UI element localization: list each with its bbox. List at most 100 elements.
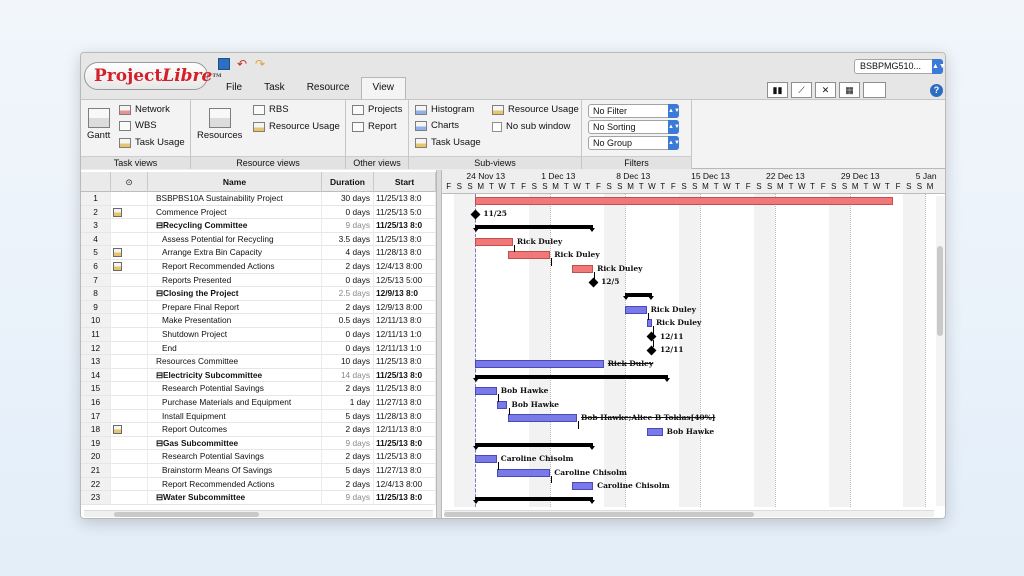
table-row[interactable]: 23 ⊟Water Subcommittee 9 days 11/25/13 8:0 — [81, 491, 436, 505]
summary-bar[interactable] — [473, 225, 595, 232]
table-row[interactable]: 4 Assess Potential for Recycling 3.5 days 1… — [81, 232, 436, 247]
milestone-marker[interactable] — [646, 345, 657, 356]
table-row[interactable]: 7 Reports Presented 0 days 12/5/13 5:00 — [81, 273, 436, 288]
table-row[interactable]: 5 Arrange Extra Bin Capacity 4 days 11/28/1… — [81, 246, 436, 260]
task-bar[interactable] — [475, 387, 497, 396]
project-selector[interactable]: BSBPMG510... ▲▼ — [854, 59, 945, 74]
day-letter: S — [542, 182, 548, 191]
column-info-header[interactable]: ⊙ — [111, 172, 148, 192]
scroll-thumb[interactable] — [444, 512, 754, 517]
task-bar[interactable] — [507, 414, 578, 423]
blank-toolbar-button[interactable] — [863, 82, 886, 98]
sorting-select[interactable]: No Sorting ▲▼ — [588, 120, 680, 134]
task-bar[interactable] — [475, 196, 893, 205]
table-horizontal-scrollbar[interactable] — [84, 510, 433, 517]
projects-button[interactable]: Projects — [352, 104, 402, 116]
line-chart-icon[interactable]: ⟋ — [791, 82, 812, 98]
table-row[interactable]: 21 Brainstorm Means Of Savings 5 days 11/27… — [81, 464, 436, 478]
gantt-button[interactable]: Gantt — [87, 108, 110, 142]
note-icon[interactable] — [113, 248, 122, 258]
wbs-button[interactable]: WBS — [119, 120, 157, 132]
no-sub-window-option[interactable]: No sub window — [492, 121, 570, 133]
network-button[interactable]: Network — [119, 104, 170, 116]
task-bar[interactable] — [625, 305, 647, 314]
filter-select[interactable]: No Filter ▲▼ — [588, 104, 680, 118]
milestone-marker[interactable] — [588, 277, 599, 288]
table-row[interactable]: 17 Install Equipment 5 days 11/28/13 8:0 — [81, 409, 436, 424]
save-icon[interactable] — [218, 58, 230, 70]
task-bar[interactable] — [646, 319, 652, 328]
summary-bar[interactable] — [473, 374, 670, 382]
gantt-horizontal-scrollbar[interactable] — [444, 510, 934, 517]
task-bar[interactable] — [475, 360, 604, 368]
summary-bar[interactable] — [623, 293, 654, 300]
histogram-button[interactable]: Histogram — [415, 104, 474, 116]
column-start-header[interactable]: Start — [374, 172, 436, 192]
task-bar[interactable] — [646, 428, 663, 436]
table-row[interactable]: 20 Research Potential Savings 2 days 11/25/… — [81, 450, 436, 464]
week-label: 29 Dec 13 — [840, 171, 880, 181]
sub-resource-usage-button[interactable]: Resource Usage — [492, 104, 579, 116]
menu-resource[interactable]: Resource — [296, 77, 361, 99]
summary-bar[interactable] — [473, 442, 595, 450]
task-usage-button[interactable]: Task Usage — [119, 137, 185, 149]
column-name-header[interactable]: Name — [148, 172, 322, 192]
task-bar[interactable] — [496, 468, 551, 477]
task-bar[interactable] — [571, 482, 594, 491]
group-select[interactable]: No Group ▲▼ — [588, 136, 680, 150]
redo-icon[interactable]: ↷ — [254, 58, 266, 70]
column-duration-header[interactable]: Duration — [322, 172, 374, 192]
milestone-marker[interactable] — [646, 331, 657, 342]
table-row[interactable]: 18 Report Outcomes 2 days 12/11/13 8:0 — [81, 423, 436, 437]
task-bar[interactable] — [496, 400, 508, 409]
task-bar[interactable] — [475, 237, 513, 246]
task-start: 11/25/13 8:0 — [374, 450, 436, 464]
scroll-thumb[interactable] — [114, 512, 259, 517]
table-row[interactable]: 1 BSBPBS10A Sustainability Project 30 days… — [81, 192, 436, 206]
week-label: 1 Dec 13 — [541, 171, 576, 181]
table-row[interactable]: 9 Prepare Final Report 2 days 12/9/13 8:00 — [81, 300, 436, 315]
table-row[interactable]: 2 Commence Project 0 days 11/25/13 5:0 — [81, 205, 436, 220]
table-row[interactable]: 16 Purchase Materials and Equipment 1 day 1… — [81, 396, 436, 410]
sub-task-usage-button[interactable]: Task Usage — [415, 137, 481, 149]
rbs-button[interactable]: RBS — [253, 104, 289, 116]
delete-table-icon[interactable]: ✕ — [815, 82, 836, 98]
task-usage-icon — [119, 138, 131, 148]
bar-resource-label: Bob Hawke — [511, 399, 560, 409]
table-row[interactable]: 10 Make Presentation 0.5 days 12/11/13 8:0 — [81, 314, 436, 328]
charts-button[interactable]: Charts — [415, 120, 459, 132]
day-letter: M — [702, 182, 709, 191]
task-bar[interactable] — [475, 455, 497, 464]
help-icon[interactable]: ? — [930, 84, 943, 97]
resources-button[interactable]: Resources — [197, 108, 242, 142]
scroll-thumb[interactable] — [937, 246, 943, 336]
table-row[interactable]: 3 ⊟Recycling Committee 9 days 11/25/13 8:0 — [81, 219, 436, 233]
table-resource-icon[interactable]: ▦ — [839, 82, 860, 98]
no-sub-window-checkbox[interactable] — [492, 122, 502, 132]
task-bar[interactable] — [571, 264, 594, 273]
table-row[interactable]: 14 ⊟Electricity Subcommittee 14 days 11/25/… — [81, 368, 436, 383]
undo-icon[interactable]: ↶ — [236, 58, 248, 70]
table-row[interactable]: 8 ⊟Closing the Project 2.5 days 12/9/13 8:0 — [81, 287, 436, 301]
menu-view[interactable]: View — [360, 77, 406, 99]
report-button[interactable]: Report — [352, 121, 397, 133]
resource-views-group: Resources RBS Resource Usage Resource vi… — [191, 100, 346, 169]
table-row[interactable]: 22 Report Recommended Actions 2 days 12/4/1… — [81, 477, 436, 492]
menu-task[interactable]: Task — [253, 77, 296, 99]
menu-file[interactable]: File — [215, 77, 253, 99]
table-row[interactable]: 19 ⊟Gas Subcommittee 9 days 11/25/13 8:0 — [81, 436, 436, 451]
table-row[interactable]: 11 Shutdown Project 0 days 12/11/13 1:0 — [81, 328, 436, 342]
note-icon[interactable] — [113, 262, 122, 271]
gantt-vertical-scrollbar[interactable] — [936, 196, 945, 506]
task-bar[interactable] — [507, 251, 551, 260]
note-icon[interactable] — [113, 425, 122, 435]
summary-bar[interactable] — [473, 497, 595, 504]
histogram-chart-icon[interactable]: ▮▮ — [767, 82, 788, 98]
table-row[interactable]: 12 End 0 days 12/11/13 1:0 — [81, 341, 436, 356]
resource-usage-view-button[interactable]: Resource Usage — [253, 121, 340, 133]
day-letter: W — [872, 182, 881, 191]
table-row[interactable]: 6 Report Recommended Actions 2 days 12/4/13… — [81, 260, 436, 274]
table-row[interactable]: 15 Research Potential Savings 2 days 11/25/… — [81, 382, 436, 396]
note-icon[interactable] — [113, 207, 122, 217]
table-row[interactable]: 13 Resources Committee 10 days 11/25/13 8:0 — [81, 355, 436, 369]
